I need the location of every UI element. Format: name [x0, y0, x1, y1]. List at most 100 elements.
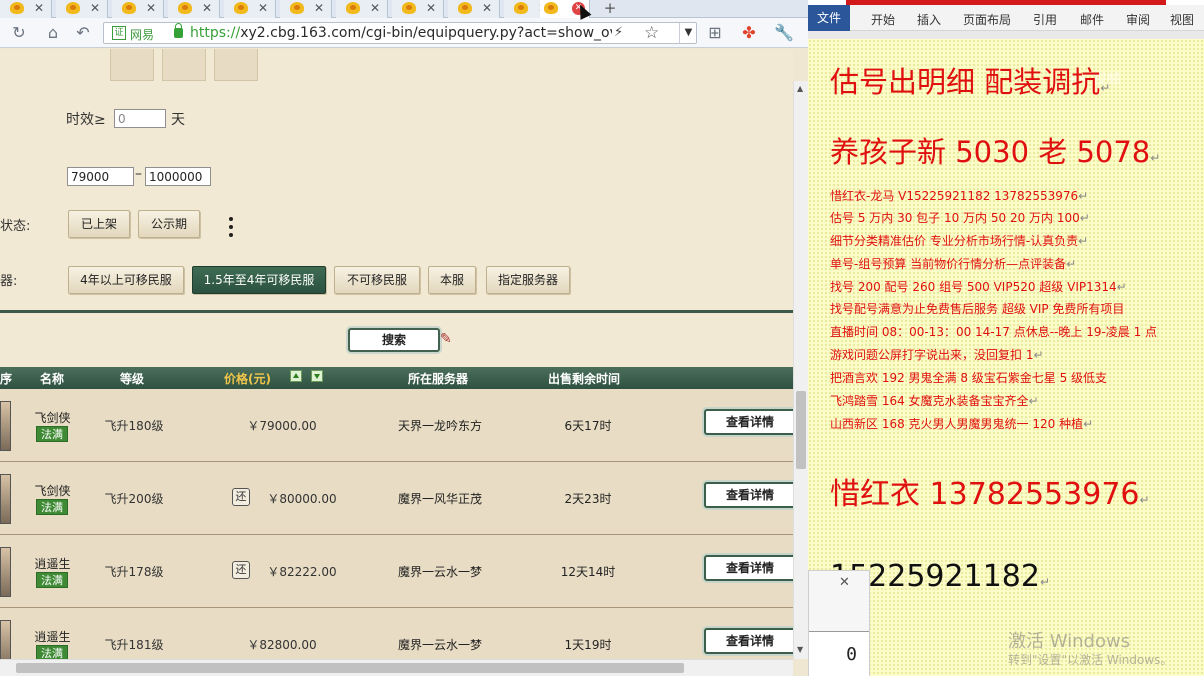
- bookmark-star-icon[interactable]: ☆: [644, 23, 659, 43]
- search-button[interactable]: 搜索: [348, 328, 440, 352]
- header-price[interactable]: 价格(元): [224, 370, 271, 387]
- bargain-icon[interactable]: 还: [232, 488, 250, 506]
- character-name[interactable]: 飞剑侠: [25, 409, 80, 426]
- character-level: 飞升200级: [104, 492, 164, 506]
- status-label: 状态:: [0, 219, 31, 234]
- ribbon-tabs: 文件 开始 插入 页面布局 引用 邮件 审阅 视图: [808, 5, 1204, 31]
- close-icon[interactable]: ✕: [839, 575, 850, 590]
- close-tab-icon[interactable]: ✕: [202, 1, 212, 16]
- game-favicon-icon: [544, 2, 558, 14]
- search-decoration-icon: ✎: [440, 331, 452, 347]
- browser-tab[interactable]: ✕: [56, 0, 108, 18]
- browser-tab[interactable]: ✕: [448, 0, 500, 18]
- close-tab-icon[interactable]: ✕: [370, 1, 380, 16]
- doc-line[interactable]: 山西新区 168 克火男人男魔男鬼统一 120 种植↵: [830, 415, 1093, 432]
- character-name[interactable]: 飞剑侠: [25, 482, 80, 499]
- browser-tab[interactable]: ✕: [168, 0, 220, 18]
- doc-line[interactable]: 游戏问题公屏打字说出来，没回复扣 1↵: [830, 346, 1044, 363]
- view-details-button[interactable]: 查看详情: [704, 482, 793, 508]
- tab-home[interactable]: 开始: [871, 11, 895, 28]
- view-details-button[interactable]: 查看详情: [704, 555, 793, 581]
- status-preview-button[interactable]: 公示期: [138, 210, 200, 238]
- server-1-5yr-button[interactable]: 1.5年至4年可移民服: [192, 266, 326, 294]
- character-avatar[interactable]: [0, 620, 11, 659]
- browser-tab[interactable]: ✕: [280, 0, 332, 18]
- close-tab-icon[interactable]: ✕: [426, 1, 436, 16]
- certificate-icon[interactable]: 证: [112, 26, 126, 40]
- more-options-icon[interactable]: [228, 217, 234, 239]
- browser-tab[interactable]: ✕: [392, 0, 444, 18]
- game-favicon-icon: [66, 2, 80, 14]
- timeliness-unit: 天: [171, 112, 185, 128]
- address-bar[interactable]: 证 网易 https://xy2.cbg.163.com/cgi-bin/equ…: [103, 22, 697, 44]
- character-avatar[interactable]: [0, 401, 11, 451]
- browser-tab[interactable]: ✕: [112, 0, 164, 18]
- scrollbar-thumb[interactable]: [16, 663, 684, 673]
- doc-line[interactable]: 惜红衣-龙马 V15225921182 13782553976↵: [830, 187, 1088, 204]
- close-tab-icon[interactable]: ✕: [34, 1, 44, 16]
- tab-references[interactable]: 引用: [1033, 11, 1057, 28]
- character-name[interactable]: 逍遥生: [25, 555, 80, 572]
- sort-descending-icon[interactable]: [311, 370, 323, 382]
- price-min-input[interactable]: [67, 167, 134, 186]
- timeliness-input[interactable]: [114, 109, 166, 128]
- lock-icon[interactable]: [174, 23, 183, 38]
- doc-line[interactable]: 直播时间 08：00-13：00 14-17 点休息--晚上 19-凌晨 1 点: [830, 323, 1157, 340]
- calculator-display[interactable]: 0: [809, 631, 869, 676]
- doc-headline[interactable]: 估号出明细 配装调抗↵: [830, 59, 1110, 101]
- url-text[interactable]: https://xy2.cbg.163.com/cgi-bin/equipque…: [190, 25, 612, 41]
- scroll-down-icon[interactable]: ▼: [797, 645, 803, 654]
- tab-insert[interactable]: 插入: [917, 11, 941, 28]
- view-details-button[interactable]: 查看详情: [704, 628, 793, 654]
- tab-file[interactable]: 文件: [808, 5, 850, 31]
- browser-tab[interactable]: ✕: [336, 0, 388, 18]
- status-listed-button[interactable]: 已上架: [68, 210, 130, 238]
- home-icon[interactable]: ⌂: [44, 24, 62, 42]
- server-specific-button[interactable]: 指定服务器: [486, 266, 570, 294]
- tab-view[interactable]: 视图: [1170, 11, 1194, 28]
- doc-line[interactable]: 细节分类精准估价 专业分析市场行情-认真负责↵: [830, 232, 1088, 249]
- doc-line[interactable]: 把酒言欢 192 男鬼全满 8 级宝石紫金七星 5 级低支: [830, 369, 1107, 386]
- doc-line[interactable]: 找号配号满意为止免费售后服务 超级 VIP 免费所有项目: [830, 300, 1124, 317]
- server-local-button[interactable]: 本服: [428, 266, 476, 294]
- tab-page-layout[interactable]: 页面布局: [963, 11, 1011, 28]
- status-badge: 法满: [36, 572, 68, 588]
- scroll-up-icon[interactable]: ▲: [797, 84, 803, 93]
- horizontal-scrollbar[interactable]: [0, 659, 793, 676]
- wrench-icon[interactable]: 🔧: [774, 24, 794, 42]
- sort-ascending-icon[interactable]: [290, 370, 302, 382]
- grid-icon[interactable]: ⊞: [706, 24, 724, 42]
- view-details-button[interactable]: 查看详情: [704, 409, 793, 435]
- doc-line[interactable]: 估号 5 万内 30 包子 10 万内 50 20 万内 100↵: [830, 209, 1090, 226]
- doc-line[interactable]: 找号 200 配号 260 组号 500 VIP520 超级 VIP1314↵: [830, 278, 1127, 295]
- chevron-down-icon[interactable]: ▼: [679, 23, 697, 43]
- character-avatar[interactable]: [0, 474, 11, 524]
- new-tab-button[interactable]: +: [598, 0, 622, 18]
- lightning-icon[interactable]: ⚡: [614, 25, 623, 40]
- doc-line[interactable]: 单号-组号预算 当前物价行情分析—点评装备↵: [830, 255, 1076, 272]
- character-avatar[interactable]: [0, 547, 11, 597]
- close-tab-icon[interactable]: ✕: [482, 1, 492, 16]
- server-nonmigrate-button[interactable]: 不可移民服: [334, 266, 420, 294]
- browser-tab[interactable]: ✕: [0, 0, 52, 18]
- close-tab-icon[interactable]: ✕: [90, 1, 100, 16]
- back-icon[interactable]: ↶: [74, 24, 92, 42]
- bargain-icon[interactable]: 还: [232, 561, 250, 579]
- price-max-input[interactable]: [145, 167, 211, 186]
- gamepad-icon[interactable]: ✤: [740, 24, 758, 42]
- tab-mailings[interactable]: 邮件: [1080, 11, 1104, 28]
- ghost-button: [162, 49, 206, 81]
- doc-line[interactable]: 飞鸿踏雪 164 女魔克水装备宝宝齐全↵: [830, 392, 1039, 409]
- close-tab-icon[interactable]: ✕: [146, 1, 156, 16]
- scrollbar-thumb[interactable]: [796, 391, 806, 469]
- browser-tab[interactable]: ✕: [224, 0, 276, 18]
- doc-contact-line[interactable]: 惜红衣 13782553976↵: [830, 469, 1150, 513]
- tab-review[interactable]: 审阅: [1126, 11, 1150, 28]
- server-4yr-button[interactable]: 4年以上可移民服: [68, 266, 184, 294]
- doc-headline[interactable]: 养孩子新 5030 老 5078↵: [830, 129, 1160, 171]
- close-tab-icon[interactable]: ✕: [258, 1, 268, 16]
- close-tab-icon[interactable]: ✕: [314, 1, 324, 16]
- character-name[interactable]: 逍遥生: [25, 628, 80, 645]
- vertical-scrollbar[interactable]: ▲ ▼: [793, 81, 808, 659]
- reload-icon[interactable]: ↻: [10, 24, 28, 42]
